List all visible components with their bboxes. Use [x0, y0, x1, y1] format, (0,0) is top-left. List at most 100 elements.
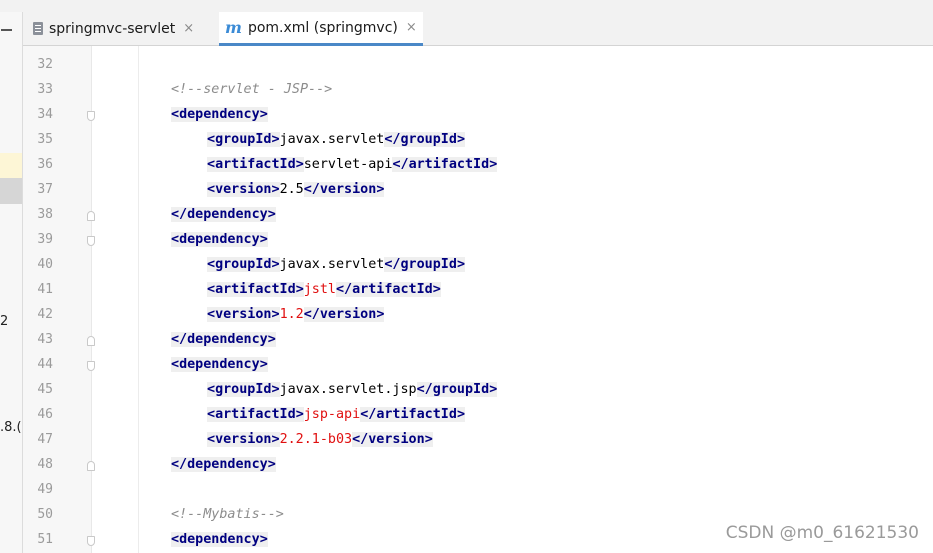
code-line[interactable]: <dependency>	[171, 527, 268, 552]
code-line[interactable]: <version>1.2</version>	[207, 302, 385, 327]
tag-bracket: >	[259, 232, 268, 247]
tag-bracket: >	[376, 182, 385, 197]
line-number: 40	[37, 257, 53, 272]
tag-name: dependency	[187, 457, 268, 472]
code-line[interactable]: <!--servlet - JSP-->	[171, 77, 332, 102]
xml-close-tag: </artifactId>	[360, 407, 465, 422]
xml-open-tag: <groupId>	[207, 132, 280, 147]
xml-open-tag: <version>	[207, 182, 280, 197]
tab-label: springmvc-servlet	[49, 20, 176, 37]
xml-value: jsp-api	[303, 407, 361, 422]
code-line[interactable]: <dependency>	[171, 352, 268, 377]
line-number: 39	[37, 232, 53, 247]
tag-name: artifactId	[352, 282, 433, 297]
line-number: 50	[37, 507, 53, 522]
tag-bracket: <	[207, 157, 216, 172]
code-line[interactable]: <artifactId>jstl</artifactId>	[207, 277, 441, 302]
line-number: 32	[37, 57, 53, 72]
code-line[interactable]: <groupId>javax.servlet</groupId>	[207, 252, 465, 277]
project-fragment-2: .8.(	[0, 420, 22, 435]
line-number: 51	[37, 532, 53, 547]
line-number: 41	[37, 282, 53, 297]
line-number: 45	[37, 382, 53, 397]
line-number: 38	[37, 207, 53, 222]
tag-bracket: >	[267, 457, 276, 472]
line-number: 43	[37, 332, 53, 347]
tag-name: version	[215, 182, 272, 197]
xml-tag: </dependency>	[171, 207, 276, 222]
code-line[interactable]: <artifactId>jsp-api</artifactId>	[207, 402, 465, 427]
tag-name: version	[368, 432, 425, 447]
tag-bracket: >	[267, 207, 276, 222]
tag-name: version	[215, 307, 272, 322]
tag-bracket: <	[207, 307, 216, 322]
tag-bracket: <	[171, 532, 180, 547]
tag-name: groupId	[215, 382, 272, 397]
code-line[interactable]: <dependency>	[171, 102, 268, 127]
line-number-gutter[interactable]: 32 33 34 35 36 37 38 39 40 41 42 43 44 45 46 47 48 49 50 51	[23, 46, 95, 553]
code-line[interactable]: </dependency>	[171, 202, 276, 227]
tag-bracket: <	[171, 357, 180, 372]
line-number: 36	[37, 157, 53, 172]
line-number: 37	[37, 182, 53, 197]
xml-open-tag: <version>	[207, 307, 280, 322]
tag-bracket: >	[271, 132, 280, 147]
code-editor[interactable]: <!--servlet - JSP--> <dependency> <groupId…	[92, 46, 933, 553]
xml-tag: </dependency>	[171, 332, 276, 347]
tag-bracket: </	[303, 307, 320, 322]
tag-bracket: >	[456, 407, 465, 422]
indent-guide	[138, 46, 139, 553]
project-row-selected[interactable]	[0, 178, 22, 204]
xml-open-tag: <groupId>	[207, 257, 280, 272]
tag-bracket: <	[207, 182, 216, 197]
minimize-dash-icon[interactable]	[1, 29, 12, 31]
tag-name: groupId	[400, 132, 457, 147]
tag-name: version	[319, 182, 377, 197]
xml-open-tag: <groupId>	[207, 382, 280, 397]
code-line[interactable]: <!--Mybatis-->	[171, 502, 284, 527]
tag-bracket: </	[171, 207, 188, 222]
tag-name: dependency	[179, 107, 260, 122]
tag-bracket: >	[456, 257, 465, 272]
code-line[interactable]: <version>2.2.1-b03</version>	[207, 427, 433, 452]
xml-open-tag: <version>	[207, 432, 280, 447]
tag-name: dependency	[179, 357, 260, 372]
tab-pom-xml[interactable]: m pom.xml (springmvc) ×	[219, 12, 423, 46]
xml-value: 1.2	[279, 307, 304, 322]
code-line[interactable]: <groupId>javax.servlet</groupId>	[207, 127, 465, 152]
code-line[interactable]: </dependency>	[171, 452, 276, 477]
tag-bracket: <	[207, 382, 216, 397]
xml-open-tag: <artifactId>	[207, 157, 304, 172]
xml-close-tag: </artifactId>	[336, 282, 441, 297]
tag-bracket: >	[267, 332, 276, 347]
tag-bracket: >	[271, 382, 280, 397]
tag-bracket: <	[207, 407, 216, 422]
code-line[interactable]: <artifactId>servlet-api</artifactId>	[207, 152, 498, 177]
line-number: 33	[37, 82, 53, 97]
tag-name: groupId	[400, 257, 457, 272]
tag-name: version	[319, 307, 377, 322]
close-icon[interactable]: ×	[183, 21, 194, 36]
tag-bracket: </	[171, 457, 188, 472]
close-icon[interactable]: ×	[406, 20, 417, 35]
xml-value: javax.servlet.jsp	[279, 382, 417, 397]
xml-value: javax.servlet	[279, 132, 385, 147]
tag-name: groupId	[215, 132, 272, 147]
code-line[interactable]: </dependency>	[171, 327, 276, 352]
tag-bracket: >	[424, 432, 433, 447]
xml-tag: </dependency>	[171, 457, 276, 472]
xml-tag: <dependency>	[171, 532, 268, 547]
line-number: 48	[37, 457, 53, 472]
project-panel-edge[interactable]: 2 .8.(	[0, 12, 23, 553]
tag-name: artifactId	[408, 157, 490, 172]
tab-springmvc-servlet[interactable]: springmvc-servlet ×	[33, 12, 194, 45]
xml-tag: <dependency>	[171, 232, 268, 247]
code-line[interactable]: <version>2.5</version>	[207, 177, 385, 202]
xml-comment: <!--servlet - JSP-->	[171, 82, 333, 97]
code-line[interactable]: <dependency>	[171, 227, 268, 252]
code-line[interactable]: <groupId>javax.servlet.jsp</groupId>	[207, 377, 498, 402]
tag-bracket: >	[271, 432, 280, 447]
tag-bracket: >	[456, 132, 465, 147]
tag-bracket: </	[384, 132, 401, 147]
xml-close-tag: </version>	[303, 182, 385, 197]
